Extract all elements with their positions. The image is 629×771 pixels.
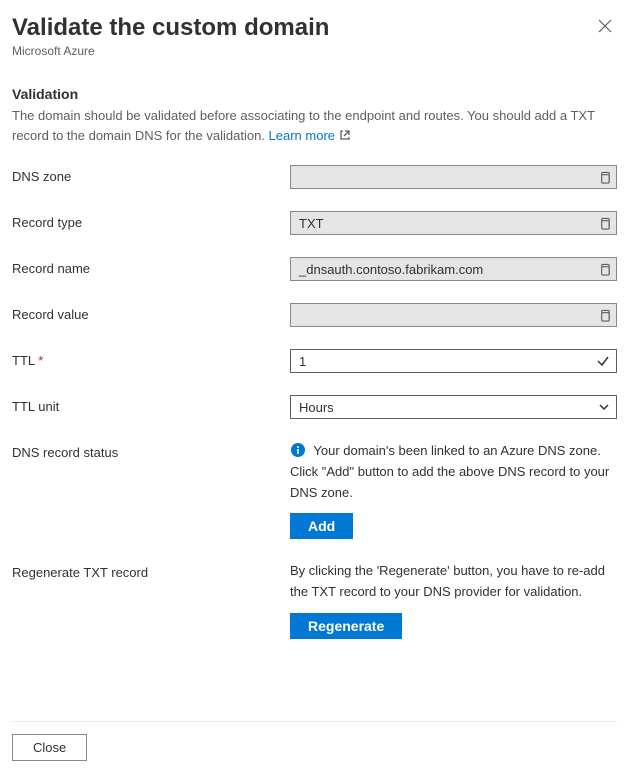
panel-footer: Close	[12, 721, 617, 761]
row-record-type: Record type TXT	[12, 211, 617, 235]
close-button[interactable]: Close	[12, 734, 87, 761]
copy-icon[interactable]	[596, 261, 612, 277]
record-type-field: TXT	[290, 211, 617, 235]
copy-icon[interactable]	[596, 215, 612, 231]
dns-status-text: Your domain's been linked to an Azure DN…	[290, 443, 609, 500]
ttl-input[interactable]: 1	[290, 349, 617, 373]
record-name-value: _dnsauth.contoso.fabrikam.com	[299, 262, 483, 277]
validation-heading: Validation	[12, 86, 617, 102]
label-regenerate: Regenerate TXT record	[12, 561, 290, 580]
check-icon	[596, 354, 610, 368]
record-value-field	[290, 303, 617, 327]
learn-more-link[interactable]: Learn more	[269, 128, 335, 143]
row-regenerate: Regenerate TXT record By clicking the 'R…	[12, 561, 617, 639]
row-record-value: Record value	[12, 303, 617, 327]
close-icon[interactable]	[593, 14, 617, 38]
label-record-value: Record value	[12, 303, 290, 322]
ttl-unit-select[interactable]: Hours	[290, 395, 617, 419]
record-name-field: _dnsauth.contoso.fabrikam.com	[290, 257, 617, 281]
ttl-label-text: TTL	[12, 353, 35, 368]
page-subtitle: Microsoft Azure	[12, 44, 617, 58]
label-dns-status: DNS record status	[12, 441, 290, 460]
required-asterisk: *	[38, 353, 43, 368]
add-button[interactable]: Add	[290, 513, 353, 539]
label-ttl-unit: TTL unit	[12, 395, 290, 414]
ttl-unit-value: Hours	[299, 400, 334, 415]
copy-icon[interactable]	[596, 169, 612, 185]
regenerate-button[interactable]: Regenerate	[290, 613, 402, 639]
row-ttl: TTL * 1	[12, 349, 617, 373]
label-dns-zone: DNS zone	[12, 165, 290, 184]
label-record-type: Record type	[12, 211, 290, 230]
regenerate-message: By clicking the 'Regenerate' button, you…	[290, 561, 617, 603]
info-icon	[290, 442, 306, 458]
dns-zone-field	[290, 165, 617, 189]
dns-status-message: Your domain's been linked to an Azure DN…	[290, 441, 617, 503]
page-title: Validate the custom domain	[12, 14, 617, 42]
label-record-name: Record name	[12, 257, 290, 276]
row-dns-status: DNS record status Your domain's been lin…	[12, 441, 617, 539]
record-type-value: TXT	[299, 216, 324, 231]
external-link-icon	[339, 127, 351, 139]
row-dns-zone: DNS zone	[12, 165, 617, 189]
chevron-down-icon	[598, 401, 610, 413]
validation-description: The domain should be validated before as…	[12, 106, 617, 145]
row-record-name: Record name _dnsauth.contoso.fabrikam.co…	[12, 257, 617, 281]
panel-header: Validate the custom domain Microsoft Azu…	[12, 14, 617, 58]
copy-icon[interactable]	[596, 307, 612, 323]
ttl-value: 1	[299, 354, 306, 369]
label-ttl: TTL *	[12, 349, 290, 368]
row-ttl-unit: TTL unit Hours	[12, 395, 617, 419]
